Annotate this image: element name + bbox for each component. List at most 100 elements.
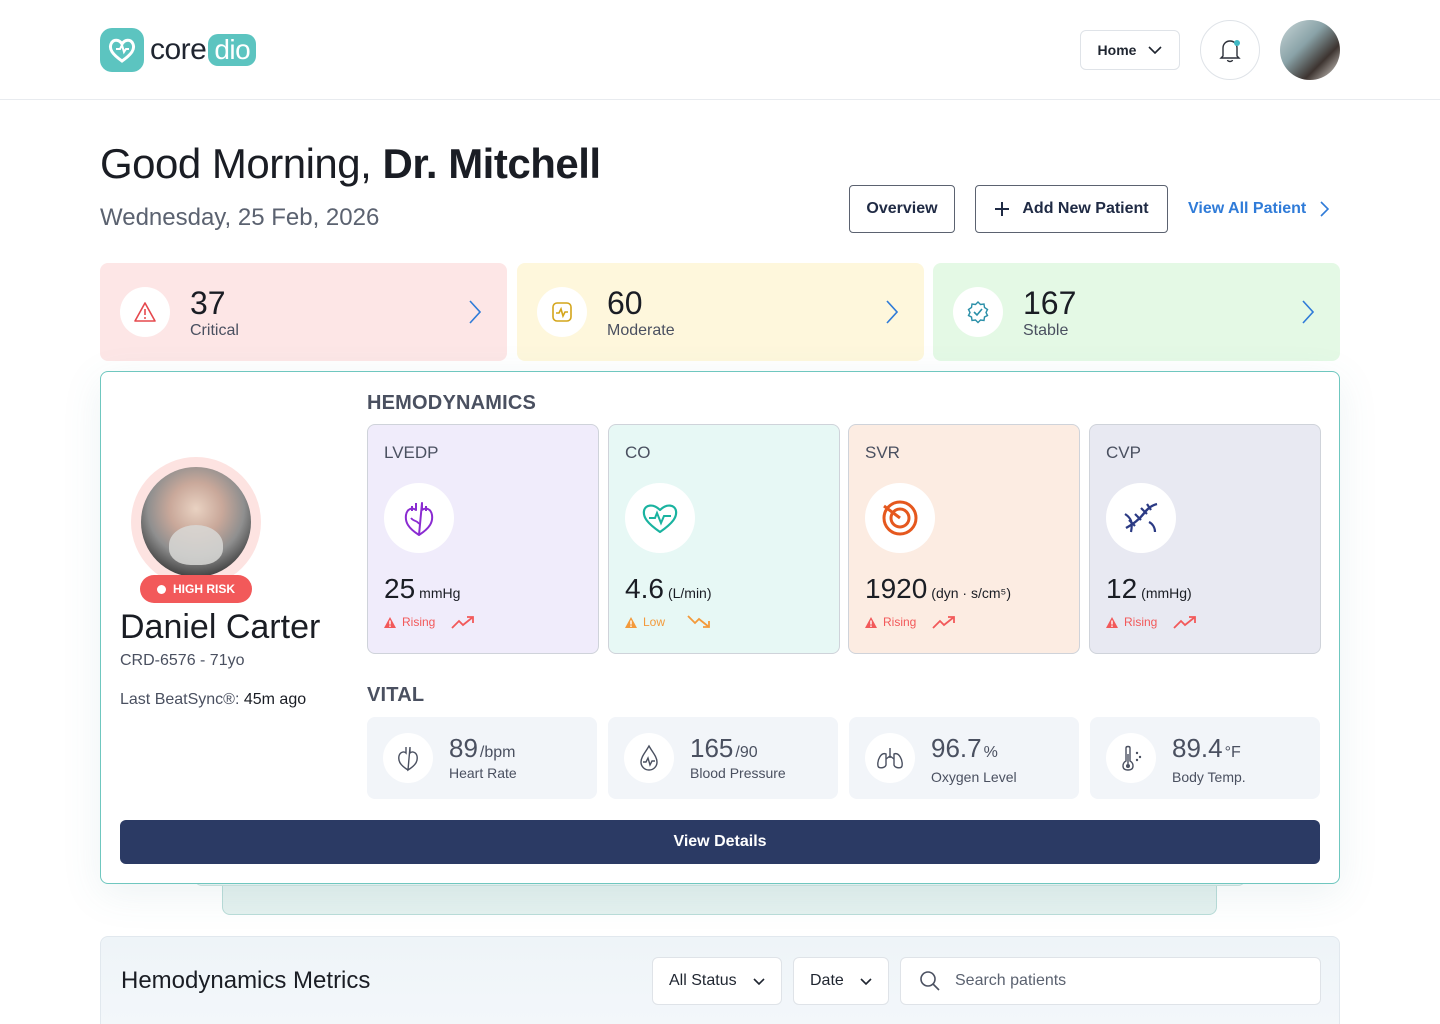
last-beatsync: Last BeatSync®: 45m ago xyxy=(120,691,306,709)
top-bar: core dio Home xyxy=(0,0,1440,100)
hemo-trend-label: Rising xyxy=(883,615,917,629)
stable-count: 167 xyxy=(1023,285,1077,321)
logo-text-core: core xyxy=(150,33,207,66)
hemo-trend-label: Rising xyxy=(402,615,436,629)
hemo-value: 4.6 (L/min) xyxy=(625,573,712,605)
view-all-patient-label: View All Patient xyxy=(1188,200,1307,217)
hemo-value-number: 12 xyxy=(1106,573,1138,604)
search-input[interactable]: Search patients xyxy=(900,957,1321,1005)
hemo-value-unit: mmHg xyxy=(419,585,461,601)
hemo-trend: Rising xyxy=(1106,615,1197,629)
hemo-trend-label: Low xyxy=(643,615,666,629)
hemo-value: 1920 (dyn · s/cm⁵) xyxy=(865,573,1011,605)
monitor-pulse-icon xyxy=(537,287,587,337)
hemo-card-cvp[interactable]: CVP 12 (mmHg) Rising xyxy=(1089,424,1321,654)
patient-photo xyxy=(141,467,251,577)
notification-button[interactable] xyxy=(1200,20,1260,80)
vital-label: Heart Rate xyxy=(449,765,517,781)
overview-button[interactable]: Overview xyxy=(849,185,955,233)
vital-card-heart-rate[interactable]: 89/bpm Heart Rate xyxy=(367,717,597,799)
status-card-stable[interactable]: 167 Stable xyxy=(933,263,1340,361)
hemo-card-co[interactable]: CO 4.6 (L/min) Low xyxy=(608,424,840,654)
hemo-value: 25 mmHg xyxy=(384,573,460,605)
hemo-trend: Rising xyxy=(384,615,475,629)
thermometer-icon xyxy=(1106,733,1156,783)
patient-card: HIGH RISK Daniel Carter CRD-6576 - 71yo … xyxy=(100,371,1340,884)
logo-heart-icon xyxy=(100,28,144,72)
hemo-trend: Rising xyxy=(865,615,956,629)
chevron-right-icon xyxy=(886,300,898,324)
chevron-right-icon xyxy=(1320,201,1330,217)
target-icon xyxy=(865,483,935,553)
critical-label: Critical xyxy=(190,322,239,339)
status-filter-label: All Status xyxy=(669,972,737,989)
verified-badge-icon xyxy=(953,287,1003,337)
hemo-title: CVP xyxy=(1106,443,1141,462)
date-filter-label: Date xyxy=(810,972,844,989)
add-new-patient-button[interactable]: Add New Patient xyxy=(975,185,1168,233)
vital-value-unit: /90 xyxy=(735,744,758,761)
trend-up-icon xyxy=(1173,616,1197,629)
warning-icon xyxy=(865,616,877,628)
vital-card-body-temp[interactable]: 89.4 °F Body Temp. xyxy=(1090,717,1320,799)
warning-icon xyxy=(384,616,396,628)
vital-title: VITAL xyxy=(367,684,425,706)
vital-value-number: 89 xyxy=(449,733,478,763)
vital-label: Blood Pressure xyxy=(690,765,786,781)
hemo-card-svr[interactable]: SVR 1920 (dyn · s/cm⁵) Rising xyxy=(848,424,1080,654)
heart-pulse-icon xyxy=(625,483,695,553)
risk-dot-icon xyxy=(156,584,166,594)
status-card-critical[interactable]: 37 Critical xyxy=(100,263,507,361)
lungs-icon xyxy=(865,733,915,783)
last-beatsync-value: 45m ago xyxy=(243,691,307,708)
greeting-prefix: Good Morning, xyxy=(100,140,383,187)
bell-icon xyxy=(1219,40,1241,63)
status-card-moderate[interactable]: 60 Moderate xyxy=(517,263,924,361)
hemo-title: LVEDP xyxy=(384,443,439,462)
add-new-patient-label: Add New Patient xyxy=(1022,200,1149,217)
hemo-value: 12 (mmHg) xyxy=(1106,573,1192,605)
patient-name: Daniel Carter xyxy=(120,608,321,646)
risk-badge-label: HIGH RISK xyxy=(172,582,235,596)
vital-value-unit: % xyxy=(983,744,998,761)
hemo-value-number: 25 xyxy=(384,573,416,604)
vital-label: Body Temp. xyxy=(1172,769,1246,785)
vital-label: Oxygen Level xyxy=(931,769,1017,785)
search-placeholder: Search patients xyxy=(955,972,1067,989)
hemo-title: SVR xyxy=(865,443,900,462)
patient-photo-ring xyxy=(131,457,261,587)
user-avatar[interactable] xyxy=(1280,20,1340,80)
hemo-card-lvedp[interactable]: LVEDP 25 mmHg Rising xyxy=(367,424,599,654)
view-details-button[interactable]: View Details xyxy=(120,820,1320,864)
hemo-title: CO xyxy=(625,443,651,462)
greeting-heading: Good Morning, Dr. Mitchell xyxy=(100,140,601,188)
status-filter-dropdown[interactable]: All Status xyxy=(652,957,782,1005)
vital-value-number: 96.7 xyxy=(931,733,982,763)
vital-value: 89/bpm xyxy=(449,733,516,764)
hemodynamics-metrics-panel: Hemodynamics Metrics All Status Date Sea… xyxy=(100,936,1340,1024)
logo[interactable]: core dio xyxy=(100,28,257,72)
chevron-right-icon xyxy=(1302,300,1314,324)
date-filter-dropdown[interactable]: Date xyxy=(793,957,889,1005)
vital-card-blood-pressure[interactable]: 165/90 Blood Pressure xyxy=(608,717,838,799)
vital-value: 165/90 xyxy=(690,733,758,764)
risk-badge: HIGH RISK xyxy=(140,575,252,603)
vital-value-unit: °F xyxy=(1224,744,1241,761)
trend-up-icon xyxy=(451,616,475,629)
moderate-count: 60 xyxy=(607,285,643,321)
heart-organ-icon xyxy=(384,483,454,553)
chevron-down-icon xyxy=(1148,46,1163,54)
plus-icon xyxy=(995,202,1010,216)
vital-value-unit: /bpm xyxy=(479,744,516,761)
hemo-value-unit: (mmHg) xyxy=(1141,585,1192,601)
view-all-patient-link[interactable]: View All Patient xyxy=(1188,185,1330,233)
vital-card-oxygen-level[interactable]: 96.7% Oxygen Level xyxy=(849,717,1079,799)
warning-icon xyxy=(625,616,637,628)
home-dropdown[interactable]: Home xyxy=(1080,30,1180,70)
trend-down-icon xyxy=(687,615,710,628)
last-beatsync-label: Last BeatSync®: xyxy=(120,691,244,708)
chevron-right-icon xyxy=(469,300,481,324)
current-date: Wednesday, 25 Feb, 2026 xyxy=(100,204,380,231)
chevron-down-icon xyxy=(753,977,765,985)
critical-count: 37 xyxy=(190,285,226,321)
